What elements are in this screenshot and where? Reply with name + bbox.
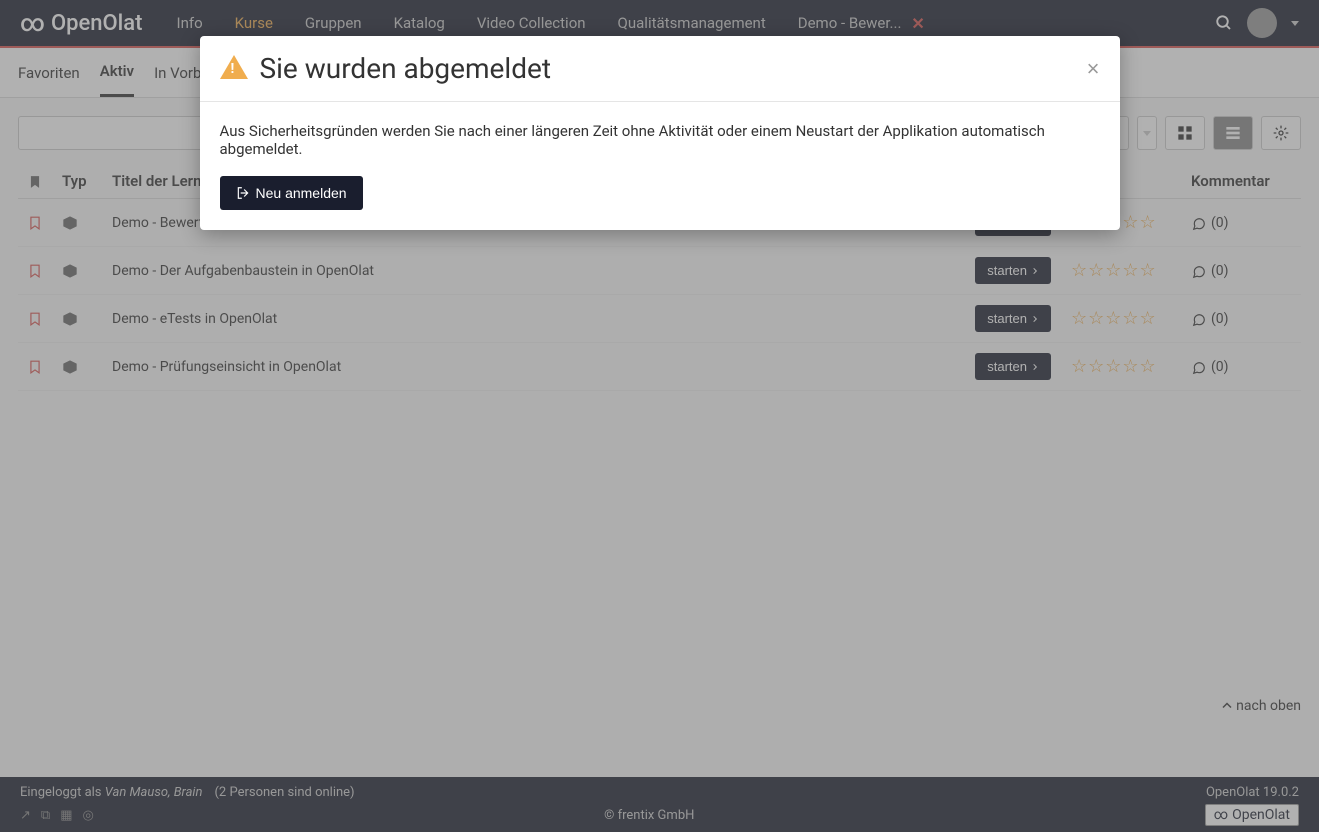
modal-body: Aus Sicherheitsgründen werden Sie nach e… (200, 102, 1120, 230)
modal-message: Aus Sicherheitsgründen werden Sie nach e… (220, 122, 1100, 158)
relogin-button[interactable]: Neu anmelden (220, 176, 363, 210)
warning-icon (220, 55, 248, 79)
modal-title: Sie wurden abgemeldet (260, 52, 1075, 85)
modal-header: Sie wurden abgemeldet × (200, 36, 1120, 102)
relogin-label: Neu anmelden (256, 185, 347, 201)
modal-close-button[interactable]: × (1087, 58, 1100, 80)
logout-modal: Sie wurden abgemeldet × Aus Sicherheitsg… (200, 36, 1120, 230)
